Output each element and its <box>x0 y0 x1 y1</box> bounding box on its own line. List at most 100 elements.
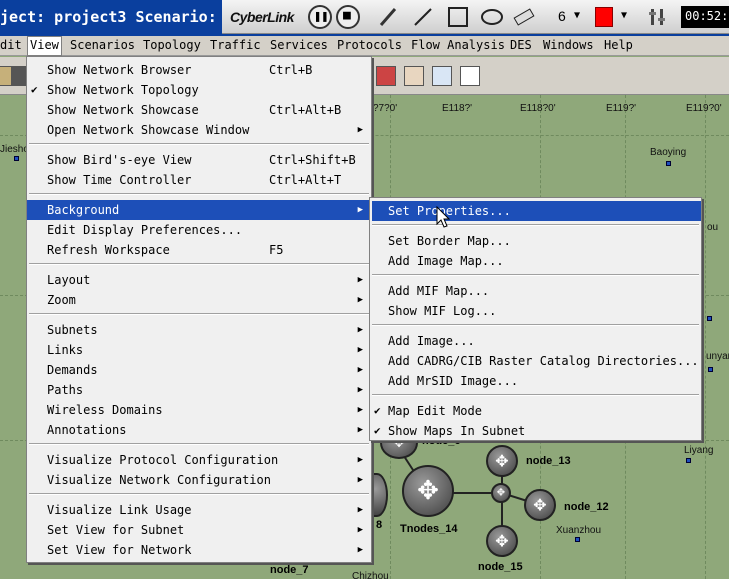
menu-item-set-properties[interactable]: Set Properties... <box>372 201 701 221</box>
menu-item-links[interactable]: Links ▶ <box>27 340 371 360</box>
menu-item-show-birds-eye-view[interactable]: Show Bird's-eye View Ctrl+Shift+B <box>27 150 371 170</box>
menu-windows[interactable]: Windows <box>543 38 594 52</box>
window-title: ject: project3 Scenario: s <box>0 8 235 26</box>
menu-item-paths[interactable]: Paths ▶ <box>27 380 371 400</box>
menu-item-label: Show MIF Log... <box>388 304 497 318</box>
menu-topology[interactable]: Topology <box>143 38 201 52</box>
node-label: node_15 <box>478 561 523 573</box>
rectangle-tool-icon[interactable] <box>448 7 468 27</box>
submenu-arrow-icon: ▶ <box>357 425 363 435</box>
menu-item-visualize-protocol-configuration[interactable]: Visualize Protocol Configuration ▶ <box>27 450 371 470</box>
menu-item-set-border-map[interactable]: Set Border Map... <box>370 231 701 251</box>
pen-icon[interactable] <box>379 8 397 26</box>
router-arrows-icon: ✥ <box>417 476 439 506</box>
router-arrows-icon: ✥ <box>533 495 547 515</box>
menu-item-visualize-link-usage[interactable]: Visualize Link Usage ▶ <box>27 500 371 520</box>
menu-item-label: Show Network Showcase <box>47 103 199 117</box>
switch-node[interactable]: ✥ <box>491 483 511 503</box>
menu-edit[interactable]: dit <box>0 38 22 52</box>
menu-shortcut: F5 <box>269 243 284 257</box>
menu-item-map-edit-mode[interactable]: ✔ Map Edit Mode <box>370 401 701 421</box>
failure-icon[interactable] <box>376 66 396 86</box>
node-label: node_12 <box>564 501 609 513</box>
menu-item-label: Links <box>47 343 84 357</box>
menu-item-label: Refresh Workspace <box>47 243 170 257</box>
menu-item-background[interactable]: Background ▶ <box>27 200 371 220</box>
line-tool-icon[interactable] <box>414 8 432 26</box>
menu-item-add-mrsid-image[interactable]: Add MrSID Image... <box>370 371 701 391</box>
menu-item-show-network-browser[interactable]: Show Network Browser Ctrl+B <box>27 60 371 80</box>
menu-item-label: Add Image Map... <box>388 254 504 268</box>
menu-item-refresh-workspace[interactable]: Refresh Workspace F5 <box>27 240 371 260</box>
menu-separator <box>372 274 699 276</box>
menu-separator <box>372 394 699 396</box>
menu-item-show-time-controller[interactable]: Show Time Controller Ctrl+Alt+T <box>27 170 371 190</box>
router-node[interactable]: ✥ <box>524 489 556 521</box>
menu-item-label: Add CADRG/CIB Raster Catalog Directories… <box>388 354 699 368</box>
menu-item-label: Show Network Browser <box>47 63 192 77</box>
menu-item-label: Add MIF Map... <box>388 284 490 298</box>
router-node[interactable]: ✥ <box>486 525 518 557</box>
submenu-arrow-icon: ▶ <box>357 545 363 555</box>
chevron-down-icon[interactable]: ▼ <box>621 10 627 21</box>
check-icon: ✔ <box>31 83 38 96</box>
ellipse-tool-icon[interactable] <box>481 9 503 25</box>
router-node[interactable]: ✥ <box>402 465 454 517</box>
menu-item-label: Background <box>47 203 120 217</box>
menu-item-set-view-for-network[interactable]: Set View for Network ▶ <box>27 540 371 560</box>
menu-item-show-maps-in-subnet[interactable]: ✔ Show Maps In Subnet <box>370 421 701 441</box>
router-node[interactable]: ✥ <box>486 445 518 477</box>
menu-separator <box>29 493 369 495</box>
submenu-arrow-icon: ▶ <box>357 405 363 415</box>
menu-item-edit-display-preferences[interactable]: Edit Display Preferences... <box>27 220 371 240</box>
graph-icon[interactable] <box>404 66 424 86</box>
menu-scenarios[interactable]: Scenarios <box>70 38 135 52</box>
recorder-toolbar: CyberLink ❚❚ ■ 6 ▼ ▼ 00:52:1 <box>222 0 729 34</box>
menu-item-label: Show Bird's-eye View <box>47 153 192 167</box>
menu-item-show-network-topology[interactable]: ✔ Show Network Topology <box>27 80 371 100</box>
submenu-arrow-icon: ▶ <box>357 325 363 335</box>
menu-item-visualize-network-configuration[interactable]: Visualize Network Configuration ▶ <box>27 470 371 490</box>
menu-item-open-network-showcase-window[interactable]: Open Network Showcase Window ▶ <box>27 120 371 140</box>
menu-item-set-view-for-subnet[interactable]: Set View for Subnet ▶ <box>27 520 371 540</box>
menu-traffic[interactable]: Traffic <box>210 38 261 52</box>
menu-item-subnets[interactable]: Subnets ▶ <box>27 320 371 340</box>
menu-help[interactable]: Help <box>604 38 633 52</box>
menu-view[interactable]: View <box>27 36 62 56</box>
chart-icon[interactable] <box>432 66 452 86</box>
menu-item-wireless-domains[interactable]: Wireless Domains ▶ <box>27 400 371 420</box>
menu-item-label: Annotations <box>47 423 127 437</box>
menu-item-label: Visualize Network Configuration <box>47 473 271 487</box>
menu-shortcut: Ctrl+Shift+B <box>269 153 356 167</box>
menu-protocols[interactable]: Protocols <box>337 38 402 52</box>
report-icon[interactable] <box>460 66 480 86</box>
menu-shortcut: Ctrl+B <box>269 63 313 77</box>
menu-item-add-image[interactable]: Add Image... <box>370 331 701 351</box>
menu-item-demands[interactable]: Demands ▶ <box>27 360 371 380</box>
menu-item-show-mif-log[interactable]: Show MIF Log... <box>370 301 701 321</box>
eraser-icon[interactable] <box>513 8 535 26</box>
menu-item-layout[interactable]: Layout ▶ <box>27 270 371 290</box>
line-width-value: 6 <box>558 8 566 24</box>
menu-item-show-network-showcase[interactable]: Show Network Showcase Ctrl+Alt+B <box>27 100 371 120</box>
color-swatch[interactable] <box>595 7 613 27</box>
settings-icon[interactable] <box>648 7 668 27</box>
menu-item-label: Set View for Network <box>47 543 192 557</box>
open-icon[interactable] <box>0 66 12 86</box>
menu-item-annotations[interactable]: Annotations ▶ <box>27 420 371 440</box>
menu-item-add-image-map[interactable]: Add Image Map... <box>370 251 701 271</box>
menu-item-label: Add Image... <box>388 334 475 348</box>
pause-button[interactable]: ❚❚ <box>308 5 332 29</box>
mouse-cursor-icon <box>436 206 451 228</box>
chevron-down-icon[interactable]: ▼ <box>574 10 580 21</box>
pause-icon: ❚❚ <box>314 9 329 23</box>
menu-shortcut: Ctrl+Alt+T <box>269 173 342 187</box>
menu-item-add-mif-map[interactable]: Add MIF Map... <box>370 281 701 301</box>
menu-item-zoom[interactable]: Zoom ▶ <box>27 290 371 310</box>
menu-item-add-cadrg-cib[interactable]: Add CADRG/CIB Raster Catalog Directories… <box>370 351 701 371</box>
stop-button[interactable]: ■ <box>336 5 360 29</box>
menu-des[interactable]: DES <box>510 38 532 52</box>
menu-services[interactable]: Services <box>270 38 328 52</box>
view-menu: Show Network Browser Ctrl+B ✔ Show Network… <box>26 56 372 563</box>
menu-flow-analysis[interactable]: Flow Analysis <box>411 38 505 52</box>
